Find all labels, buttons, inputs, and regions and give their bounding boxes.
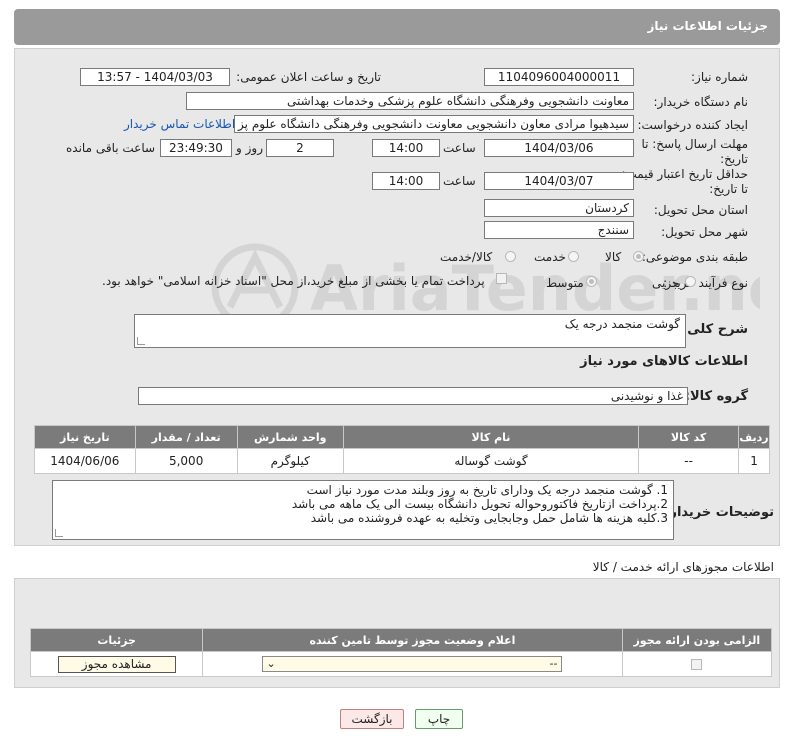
reply-deadline-label: مهلت ارسال پاسخ: تا xyxy=(641,137,748,151)
price-date-field: 1404/03/07 xyxy=(484,172,634,190)
summary-textarea: گوشت منجمد درجه یک xyxy=(134,314,686,348)
cell-item-code: -- xyxy=(638,448,740,474)
col-quantity: تعداد / مقدار xyxy=(134,425,238,449)
province-label: استان محل تحویل: xyxy=(653,203,748,217)
announce-label: تاریخ و ساعت اعلان عمومی: xyxy=(236,70,381,84)
resize-grip-icon xyxy=(137,337,145,345)
remaining-days-field: 2 xyxy=(266,139,334,157)
buyer-contact-link[interactable]: اطلاعات تماس خریدار xyxy=(124,117,235,131)
price-time-label: ساعت xyxy=(443,174,476,188)
page-header: جزئیات اطلاعات نیاز xyxy=(14,9,780,45)
page-title: جزئیات اطلاعات نیاز xyxy=(647,19,768,33)
license-table: الزامی بودن ارائه مجوز اعلام وضعیت مجوز … xyxy=(29,628,773,677)
treasury-payment-checkbox[interactable] xyxy=(496,273,507,284)
need-number-label: شماره نیاز: xyxy=(691,70,748,84)
reply-deadline-label-date: تاریخ: xyxy=(720,152,748,166)
category-label: طبقه بندی موضوعی: xyxy=(641,250,748,264)
buyer-note-line: 1. گوشت منجمد درجه یک ودارای تاریخ به رو… xyxy=(306,483,668,497)
cell-row-number: 1 xyxy=(738,448,770,474)
cell-license-status: ⌄ -- xyxy=(202,651,623,677)
back-button[interactable]: بازگشت xyxy=(340,709,404,729)
cell-need-date: 1404/06/06 xyxy=(34,448,136,474)
buyer-note-line: 3.کلیه هزینه ها شامل حمل وجابجایی وتخلیه… xyxy=(310,511,668,525)
buyer-org-field: معاونت دانشجویی وفرهنگی دانشگاه علوم پزش… xyxy=(186,92,634,110)
reply-time-label: ساعت xyxy=(443,141,476,155)
process-medium-radio[interactable] xyxy=(586,276,597,287)
cell-unit: کیلوگرم xyxy=(236,448,344,474)
category-both-radio[interactable] xyxy=(505,251,516,262)
reply-time-field: 14:00 xyxy=(372,139,440,157)
process-medium-label: متوسط xyxy=(546,276,584,290)
buyer-note-line: 2.پرداخت ازتاریخ فاکتوروحواله تحویل دانش… xyxy=(291,497,668,511)
goods-section-title: اطلاعات کالاهای مورد نیاز xyxy=(580,354,748,369)
resize-grip-icon xyxy=(55,529,63,537)
announce-datetime-field: 1404/03/03 - 13:57 xyxy=(80,68,230,86)
cell-license-details: مشاهده مجوز xyxy=(29,651,204,677)
province-field: کردستان xyxy=(484,199,634,217)
col-license-details: جزئیات xyxy=(29,628,204,652)
cell-quantity: 5,000 xyxy=(134,448,238,474)
summary-text: گوشت منجمد درجه یک xyxy=(564,317,680,331)
buyer-notes-textarea: 1. گوشت منجمد درجه یک ودارای تاریخ به رو… xyxy=(52,480,674,540)
license-status-select[interactable]: ⌄ -- xyxy=(262,656,563,672)
need-number-field: 1104096004000011 xyxy=(484,68,634,86)
cell-license-required xyxy=(621,651,773,677)
category-service-radio[interactable] xyxy=(568,251,579,262)
remaining-label: ساعت باقی مانده xyxy=(66,141,156,155)
process-minor-radio[interactable] xyxy=(685,276,696,287)
goods-group-field: غذا و نوشیدنی xyxy=(138,387,688,405)
col-need-date: تاریخ نیاز xyxy=(34,425,136,449)
cell-item-name: گوشت گوساله xyxy=(342,448,640,474)
reply-date-field: 1404/03/06 xyxy=(484,139,634,157)
col-row-number: ردیف xyxy=(738,425,770,449)
category-goods-radio[interactable] xyxy=(633,251,644,262)
table-row: ⌄ -- مشاهده مجوز xyxy=(29,651,773,677)
process-minor-label: جزیی xyxy=(652,276,680,290)
license-section-title: اطلاعات مجوزهای ارائه خدمت / کالا xyxy=(592,560,774,574)
col-unit: واحد شمارش xyxy=(236,425,344,449)
creator-label: ایجاد کننده درخواست: xyxy=(637,118,748,132)
city-label: شهر محل تحویل: xyxy=(661,225,748,239)
category-service-label: خدمت xyxy=(534,250,566,264)
remaining-time-field: 23:49:30 xyxy=(160,139,232,157)
price-time-field: 14:00 xyxy=(372,172,440,190)
table-row: 1 -- گوشت گوساله کیلوگرم 5,000 1404/06/0… xyxy=(34,448,770,474)
license-status-value: -- xyxy=(549,657,558,670)
view-license-button[interactable]: مشاهده مجوز xyxy=(57,655,176,673)
chevron-down-icon: ⌄ xyxy=(266,657,276,670)
goods-table: ردیف کد کالا نام کالا واحد شمارش تعداد /… xyxy=(34,425,770,474)
buyer-notes-label: توضیحات خریدار: xyxy=(664,505,774,520)
price-validity-label: حداقل تاریخ اعتبار قیمت: xyxy=(621,167,748,181)
creator-field: سیدهیوا مرادی معاون دانشجویی معاونت دانش… xyxy=(234,115,634,133)
buyer-org-label: نام دستگاه خریدار: xyxy=(653,95,749,109)
col-item-code: کد کالا xyxy=(638,425,740,449)
city-field: سنندج xyxy=(484,221,634,239)
print-button[interactable]: چاپ xyxy=(415,709,463,729)
col-license-status: اعلام وضعیت مجوز توسط تامین کننده xyxy=(202,628,623,652)
goods-table-header-row: ردیف کد کالا نام کالا واحد شمارش تعداد /… xyxy=(34,425,770,449)
col-item-name: نام کالا xyxy=(342,425,640,449)
price-validity-label-date: تا تاریخ: xyxy=(709,182,748,196)
col-license-required: الزامی بودن ارائه مجوز xyxy=(621,628,773,652)
category-goods-label: کالا xyxy=(605,250,622,264)
license-table-header-row: الزامی بودن ارائه مجوز اعلام وضعیت مجوز … xyxy=(29,628,773,652)
goods-group-label: گروه کالا: xyxy=(684,389,748,404)
treasury-payment-note: پرداخت تمام یا بخشی از مبلغ خرید،از محل … xyxy=(102,274,485,288)
days-label: روز و xyxy=(236,141,263,155)
license-required-checkbox xyxy=(691,659,703,670)
category-both-label: کالا/خدمت xyxy=(440,250,493,264)
